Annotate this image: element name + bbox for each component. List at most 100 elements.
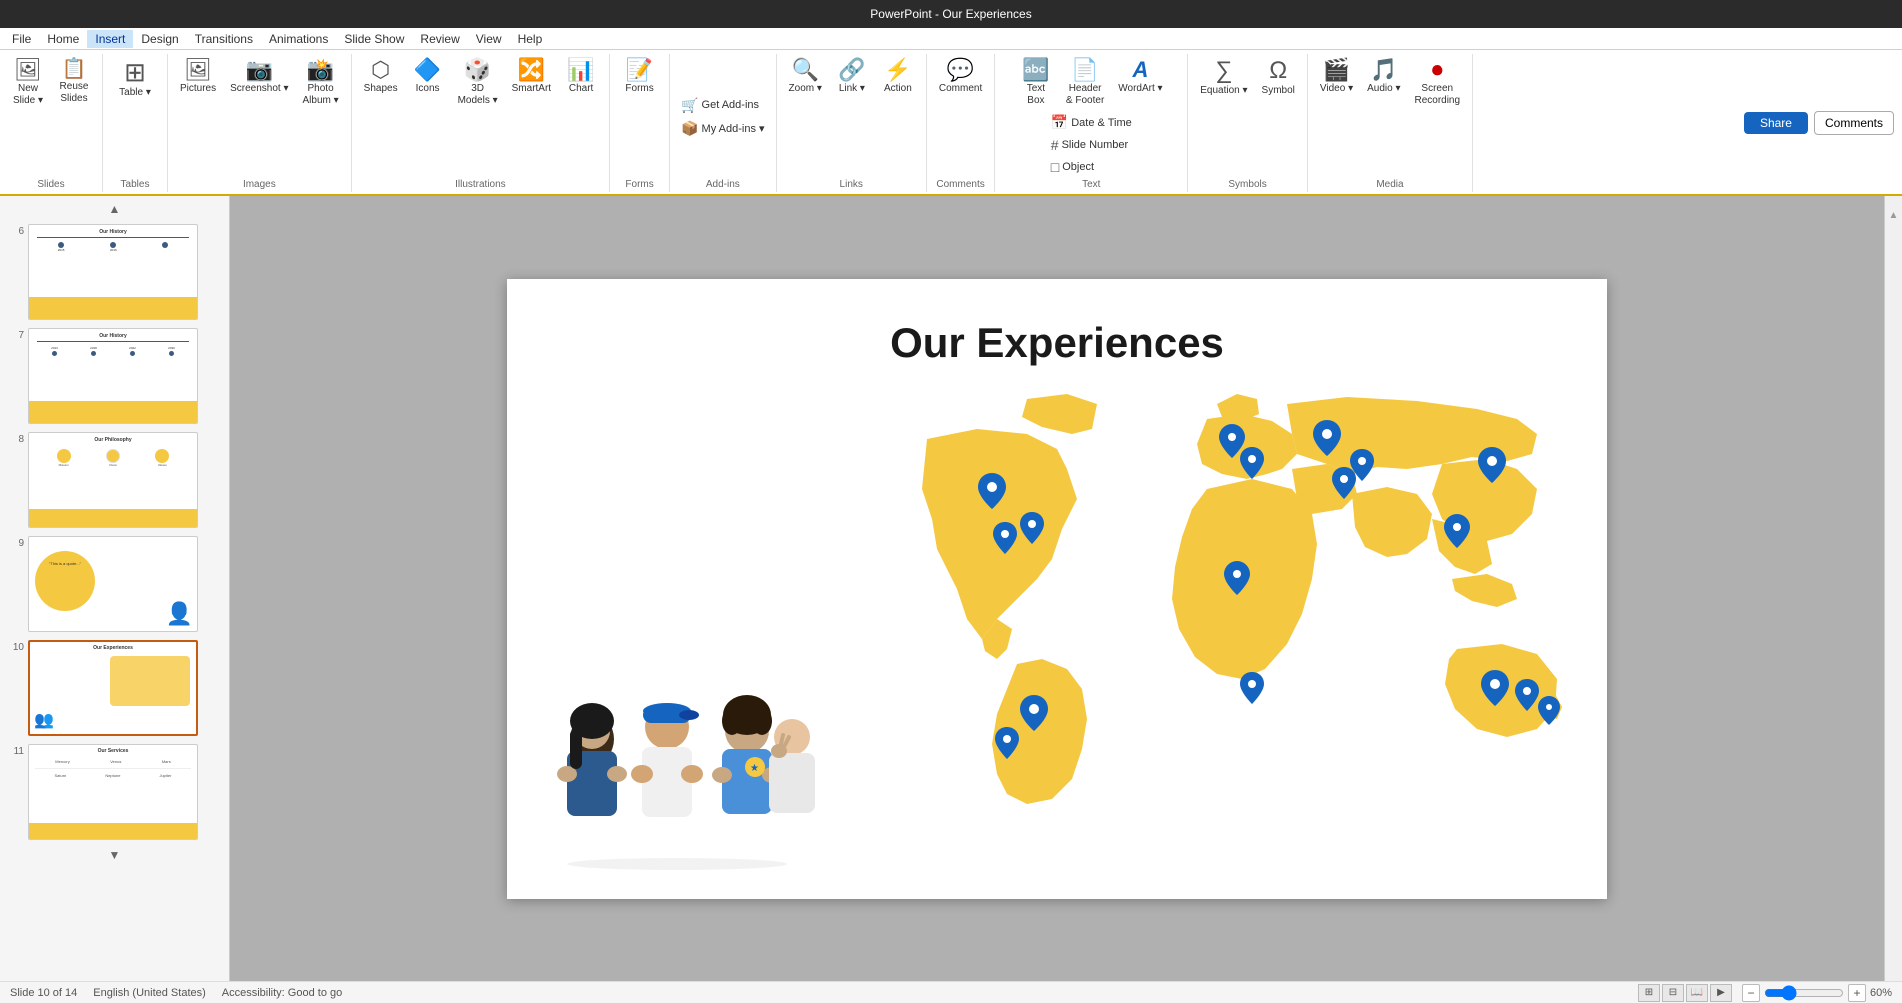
wordart-button[interactable]: A WordArt ▾	[1112, 56, 1168, 98]
audio-label: Audio ▾	[1367, 83, 1400, 95]
menu-review[interactable]: Review	[412, 30, 467, 48]
table-button[interactable]: ⊞ Table ▾	[109, 56, 161, 102]
ribbon-tables-items: ⊞ Table ▾	[109, 56, 161, 177]
ribbon-group-slides: 🖼 NewSlide ▾ 📋 ReuseSlides Slides	[0, 54, 103, 192]
slide-thumb-7[interactable]: 7 Our History 2013 2018 2022 2030	[4, 326, 225, 426]
get-add-ins-button[interactable]: 🛒 Get Add-ins	[676, 95, 764, 116]
slide-thumb-10[interactable]: 10 Our Experiences 👥	[4, 638, 225, 738]
menu-help[interactable]: Help	[510, 30, 551, 48]
icons-button[interactable]: 🔷 Icons	[406, 56, 450, 98]
slide-canvas[interactable]: Our Experiences	[507, 279, 1607, 899]
slide-number-button[interactable]: # Slide Number	[1046, 135, 1137, 155]
ribbon-slides-items: 🖼 NewSlide ▾ 📋 ReuseSlides	[6, 56, 96, 177]
slide-thumb-8[interactable]: 8 Our Philosophy Mission Vision Values	[4, 430, 225, 530]
slide-num-11: 11	[6, 744, 24, 757]
screen-recording-button[interactable]: ⏺ ScreenRecording	[1408, 56, 1466, 110]
menu-slideshow[interactable]: Slide Show	[336, 30, 412, 48]
screen-recording-label: ScreenRecording	[1414, 83, 1460, 107]
ribbon-forms-items: 📝 Forms	[618, 56, 662, 177]
photo-album-button[interactable]: 📸 PhotoAlbum ▾	[297, 56, 345, 110]
equation-button[interactable]: ∑ Equation ▾	[1194, 56, 1253, 100]
3d-models-icon: 🎲	[464, 59, 491, 81]
ribbon-content: 🖼 NewSlide ▾ 📋 ReuseSlides Slides ⊞ Tabl…	[0, 50, 1902, 194]
zoom-out-button[interactable]: −	[1742, 984, 1760, 1002]
view-normal-button[interactable]: ⊞	[1638, 984, 1660, 1002]
slide-num-9: 9	[6, 536, 24, 549]
smartart-icon: 🔀	[518, 59, 545, 81]
menu-view[interactable]: View	[468, 30, 510, 48]
reuse-slides-button[interactable]: 📋 ReuseSlides	[52, 56, 96, 108]
object-icon: □	[1051, 159, 1059, 175]
link-button[interactable]: 🔗 Link ▾	[830, 56, 874, 98]
forms-group-label: Forms	[625, 177, 653, 190]
addins-group-label: Add-ins	[706, 177, 740, 190]
action-button[interactable]: ⚡ Action	[876, 56, 920, 98]
menu-bar: File Home Insert Design Transitions Anim…	[0, 28, 1902, 50]
zoom-slider[interactable]	[1764, 985, 1844, 1001]
my-add-ins-icon: 📦	[681, 120, 698, 137]
scroll-up-button[interactable]: ▲	[4, 200, 225, 218]
wordart-label: WordArt ▾	[1118, 83, 1162, 95]
menu-transitions[interactable]: Transitions	[187, 30, 261, 48]
comments-button[interactable]: Comments	[1814, 111, 1894, 135]
slide-thumb-6[interactable]: 6 Our History 2015 2016	[4, 222, 225, 322]
date-time-button[interactable]: 📅 Date & Time	[1046, 112, 1137, 133]
symbols-group-label: Symbols	[1228, 177, 1266, 190]
slide-thumb-11[interactable]: 11 Our Services MercuryVenusMars SaturnN…	[4, 742, 225, 842]
scroll-down-button[interactable]: ▼	[4, 846, 225, 864]
header-footer-button[interactable]: 📄 Header& Footer	[1060, 56, 1110, 110]
shapes-button[interactable]: ⬡ Shapes	[358, 56, 404, 98]
screenshot-icon: 📷	[246, 59, 273, 81]
reuse-slides-icon: 📋	[62, 59, 87, 79]
zoom-button[interactable]: 🔍 Zoom ▾	[783, 56, 828, 98]
menu-insert[interactable]: Insert	[87, 30, 133, 48]
ribbon-images-items: 🖼 Pictures 📷 Screenshot ▾ 📸 PhotoAlbum ▾	[174, 56, 345, 177]
view-sorter-button[interactable]: ⊟	[1662, 984, 1684, 1002]
new-slide-button[interactable]: 🖼 NewSlide ▾	[6, 56, 50, 110]
chart-icon: 📊	[567, 59, 594, 81]
ribbon-group-illustrations: ⬡ Shapes 🔷 Icons 🎲 3DModels ▾ 🔀 SmartArt…	[352, 54, 610, 192]
menu-home[interactable]: Home	[39, 30, 87, 48]
ribbon: 🖼 NewSlide ▾ 📋 ReuseSlides Slides ⊞ Tabl…	[0, 50, 1902, 196]
video-button[interactable]: 🎬 Video ▾	[1314, 56, 1359, 98]
symbol-button[interactable]: Ω Symbol	[1256, 56, 1301, 100]
text-box-button[interactable]: 🔤 TextBox	[1014, 56, 1058, 110]
zoom-in-button[interactable]: +	[1848, 984, 1866, 1002]
forms-button[interactable]: 📝 Forms	[618, 56, 662, 98]
slide-thumb-9[interactable]: 9 "This is a quote..." 👤	[4, 534, 225, 634]
3d-models-button[interactable]: 🎲 3DModels ▾	[452, 56, 504, 110]
view-slideshow-button[interactable]: ▶	[1710, 984, 1732, 1002]
menu-design[interactable]: Design	[133, 30, 186, 48]
pictures-button[interactable]: 🖼 Pictures	[174, 56, 222, 98]
slide-num-7: 7	[6, 328, 24, 341]
screenshot-button[interactable]: 📷 Screenshot ▾	[224, 56, 294, 98]
top-right-buttons: Share Comments	[1744, 54, 1902, 192]
people-svg: ★	[537, 679, 817, 879]
equation-icon: ∑	[1215, 59, 1232, 83]
photo-album-label: PhotoAlbum ▾	[303, 83, 339, 107]
icons-label: Icons	[416, 83, 440, 95]
shapes-label: Shapes	[364, 83, 398, 95]
share-button[interactable]: Share	[1744, 112, 1808, 134]
view-reading-button[interactable]: 📖	[1686, 984, 1708, 1002]
menu-file[interactable]: File	[4, 30, 39, 48]
object-button[interactable]: □ Object	[1046, 157, 1137, 177]
get-add-ins-label: Get Add-ins	[702, 99, 759, 111]
chart-button[interactable]: 📊 Chart	[559, 56, 603, 98]
table-label: Table ▾	[119, 87, 151, 99]
view-buttons: ⊞ ⊟ 📖 ▶	[1638, 984, 1732, 1002]
slide-preview-7: Our History 2013 2018 2022 2030	[28, 328, 198, 424]
comment-label: Comment	[939, 83, 982, 95]
my-add-ins-label: My Add-ins ▾	[702, 122, 765, 135]
slide-preview-6: Our History 2015 2016	[28, 224, 198, 320]
audio-icon: 🎵	[1370, 59, 1397, 81]
comment-button[interactable]: 💬 Comment	[933, 56, 988, 98]
smartart-button[interactable]: 🔀 SmartArt	[506, 56, 557, 98]
menu-animations[interactable]: Animations	[261, 30, 336, 48]
slide-number-label: Slide Number	[1062, 139, 1129, 151]
get-add-ins-icon: 🛒	[681, 97, 698, 114]
equation-label: Equation ▾	[1200, 85, 1247, 97]
audio-button[interactable]: 🎵 Audio ▾	[1361, 56, 1406, 98]
accessibility-info: Accessibility: Good to go	[222, 987, 342, 999]
my-add-ins-button[interactable]: 📦 My Add-ins ▾	[676, 118, 769, 139]
